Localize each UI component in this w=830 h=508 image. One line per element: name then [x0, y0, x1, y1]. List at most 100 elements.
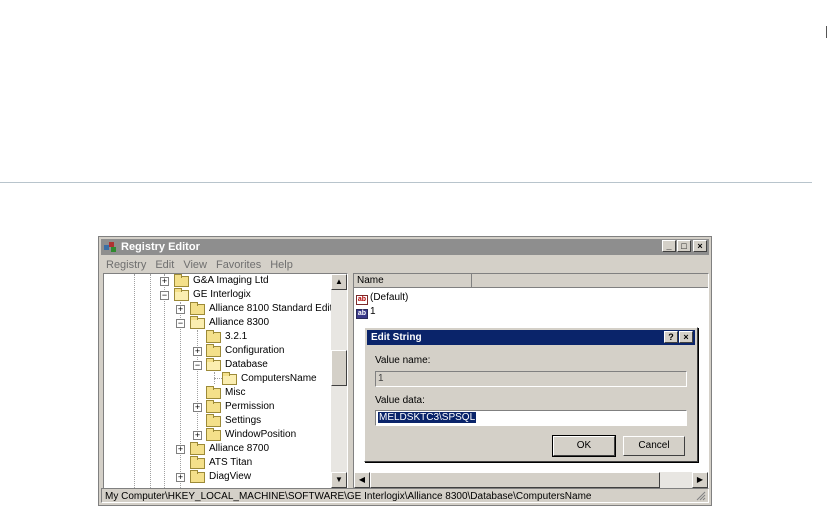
tree-item-settings[interactable]: Settings — [104, 414, 344, 428]
value-data-input[interactable]: MELDSKTC3\SPSQL — [375, 410, 687, 426]
folder-open-icon — [222, 372, 237, 385]
tree-item-label: Alliance 8100 Standard Edition — [209, 303, 346, 314]
close-button[interactable]: × — [693, 240, 707, 252]
folder-open-icon — [174, 288, 189, 301]
cancel-button[interactable]: Cancel — [623, 436, 685, 456]
scroll-down-arrow-icon[interactable]: ▼ — [331, 472, 347, 488]
folder-icon — [206, 344, 221, 357]
expand-icon[interactable]: + — [193, 403, 202, 412]
tree-item-ats-titan[interactable]: ATS Titan — [104, 456, 344, 470]
tree-item-label: Settings — [225, 415, 262, 426]
page-corner-mark — [826, 26, 827, 38]
folder-icon — [190, 456, 205, 469]
tree-scroll-thumb[interactable] — [331, 350, 347, 386]
tree-item-computersname[interactable]: ComputersName — [104, 372, 344, 386]
expand-icon[interactable]: + — [193, 347, 202, 356]
value-data-label: Value data: — [375, 395, 425, 406]
scroll-left-arrow-icon[interactable]: ◀ — [354, 472, 370, 488]
folder-icon — [206, 386, 221, 399]
folder-icon — [206, 414, 221, 427]
tree-item-version[interactable]: 3.2.1 — [104, 330, 344, 344]
tree-item-label: Configuration — [225, 345, 285, 356]
menu-view[interactable]: View — [180, 257, 213, 273]
window-titlebar[interactable]: Registry Editor _ □ × — [101, 239, 709, 255]
value-name: (Default) — [370, 292, 409, 303]
page-divider — [0, 182, 812, 183]
tree-item-database[interactable]: − Database — [104, 358, 344, 372]
tree-item-configuration[interactable]: + Configuration — [104, 344, 344, 358]
value-row-default[interactable]: ab (Default) — [356, 291, 408, 305]
folder-open-icon — [190, 316, 205, 329]
menu-registry[interactable]: Registry — [103, 257, 152, 273]
tree-item-label: Database — [225, 359, 268, 370]
tree-item-permission[interactable]: + Permission — [104, 400, 344, 414]
tree-item-label: Alliance 8700 — [209, 443, 270, 454]
tree-item-label: 3.2.1 — [225, 331, 248, 342]
collapse-icon[interactable]: − — [193, 361, 202, 370]
tree-item-diagview[interactable]: + DiagView — [104, 470, 344, 484]
dialog-title: Edit String — [371, 332, 422, 343]
folder-icon — [206, 400, 221, 413]
minimize-button[interactable]: _ — [662, 240, 676, 252]
list-scroll-thumb[interactable] — [370, 472, 660, 488]
tree-item-label: Misc — [225, 387, 246, 398]
tree-item-label: ATS Titan — [209, 457, 253, 468]
value-name: 1 — [370, 306, 376, 317]
menu-edit[interactable]: Edit — [152, 257, 180, 273]
tree-item-label: WindowPosition — [225, 429, 297, 440]
value-name-label: Value name: — [375, 355, 431, 366]
tree-item-label: Permission — [225, 401, 275, 412]
tree-item-label: DiagView — [209, 471, 252, 482]
string-value-icon: ab — [356, 309, 368, 319]
resize-grip-icon[interactable] — [696, 491, 706, 501]
ok-button[interactable]: OK — [552, 435, 616, 457]
expand-icon[interactable]: + — [176, 473, 185, 482]
scroll-right-arrow-icon[interactable]: ▶ — [692, 472, 708, 488]
string-value-icon: ab — [356, 295, 368, 305]
tree-item-label: Alliance 8300 — [209, 317, 270, 328]
expand-icon[interactable]: + — [176, 305, 185, 314]
tree-vertical-scrollbar[interactable]: ▲ ▼ — [331, 274, 347, 488]
status-path: My Computer\HKEY_LOCAL_MACHINE\SOFTWARE\… — [105, 491, 592, 502]
tree-item-alliance-8300[interactable]: − Alliance 8300 — [104, 316, 344, 330]
value-data-selected-text: MELDSKTC3\SPSQL — [378, 412, 477, 423]
value-name-text: 1 — [378, 373, 384, 384]
menu-bar: Registry Edit View Favorites Help — [103, 257, 299, 273]
tree-item-alliance-8700[interactable]: + Alliance 8700 — [104, 442, 344, 456]
list-column-header: Name — [354, 274, 708, 288]
edit-string-dialog: Edit String ? × Value name: 1 Value data… — [364, 327, 698, 462]
tree-item-windowposition[interactable]: + WindowPosition — [104, 428, 344, 442]
tree-item-label: G&A Imaging Ltd — [193, 275, 269, 286]
folder-icon — [190, 302, 205, 315]
window-title: Registry Editor — [121, 241, 200, 253]
tree-item-alliance-8100[interactable]: + Alliance 8100 Standard Edition — [104, 302, 346, 316]
dialog-titlebar[interactable]: Edit String ? × — [367, 330, 695, 345]
expand-icon[interactable]: + — [193, 431, 202, 440]
dialog-help-button[interactable]: ? — [664, 331, 678, 343]
menu-favorites[interactable]: Favorites — [213, 257, 267, 273]
tree-item-misc[interactable]: Misc — [104, 386, 344, 400]
folder-open-icon — [206, 358, 221, 371]
folder-icon — [190, 470, 205, 483]
value-name-field: 1 — [375, 371, 687, 387]
tree-item-ge-interlogix[interactable]: − GE Interlogix — [104, 288, 344, 302]
value-row-1[interactable]: ab 1 — [356, 305, 376, 319]
dialog-close-button[interactable]: × — [679, 331, 693, 343]
tree-item-label: ComputersName — [241, 373, 317, 384]
menu-help[interactable]: Help — [267, 257, 299, 273]
expand-icon[interactable]: + — [176, 445, 185, 454]
expand-icon[interactable]: + — [160, 277, 169, 286]
registry-tree[interactable]: + G&A Imaging Ltd − GE Interlogix + Alli… — [103, 273, 348, 489]
collapse-icon[interactable]: − — [176, 319, 185, 328]
list-horizontal-scrollbar[interactable]: ◀ ▶ — [354, 472, 708, 488]
folder-icon — [174, 274, 189, 287]
tree-item-label: GE Interlogix — [193, 289, 251, 300]
maximize-button[interactable]: □ — [677, 240, 691, 252]
folder-icon — [206, 428, 221, 441]
column-name-header[interactable]: Name — [354, 274, 472, 287]
scroll-up-arrow-icon[interactable]: ▲ — [331, 274, 347, 290]
tree-item-ga-imaging[interactable]: + G&A Imaging Ltd — [104, 274, 344, 288]
status-bar: My Computer\HKEY_LOCAL_MACHINE\SOFTWARE\… — [101, 488, 709, 503]
collapse-icon[interactable]: − — [160, 291, 169, 300]
folder-icon — [190, 442, 205, 455]
